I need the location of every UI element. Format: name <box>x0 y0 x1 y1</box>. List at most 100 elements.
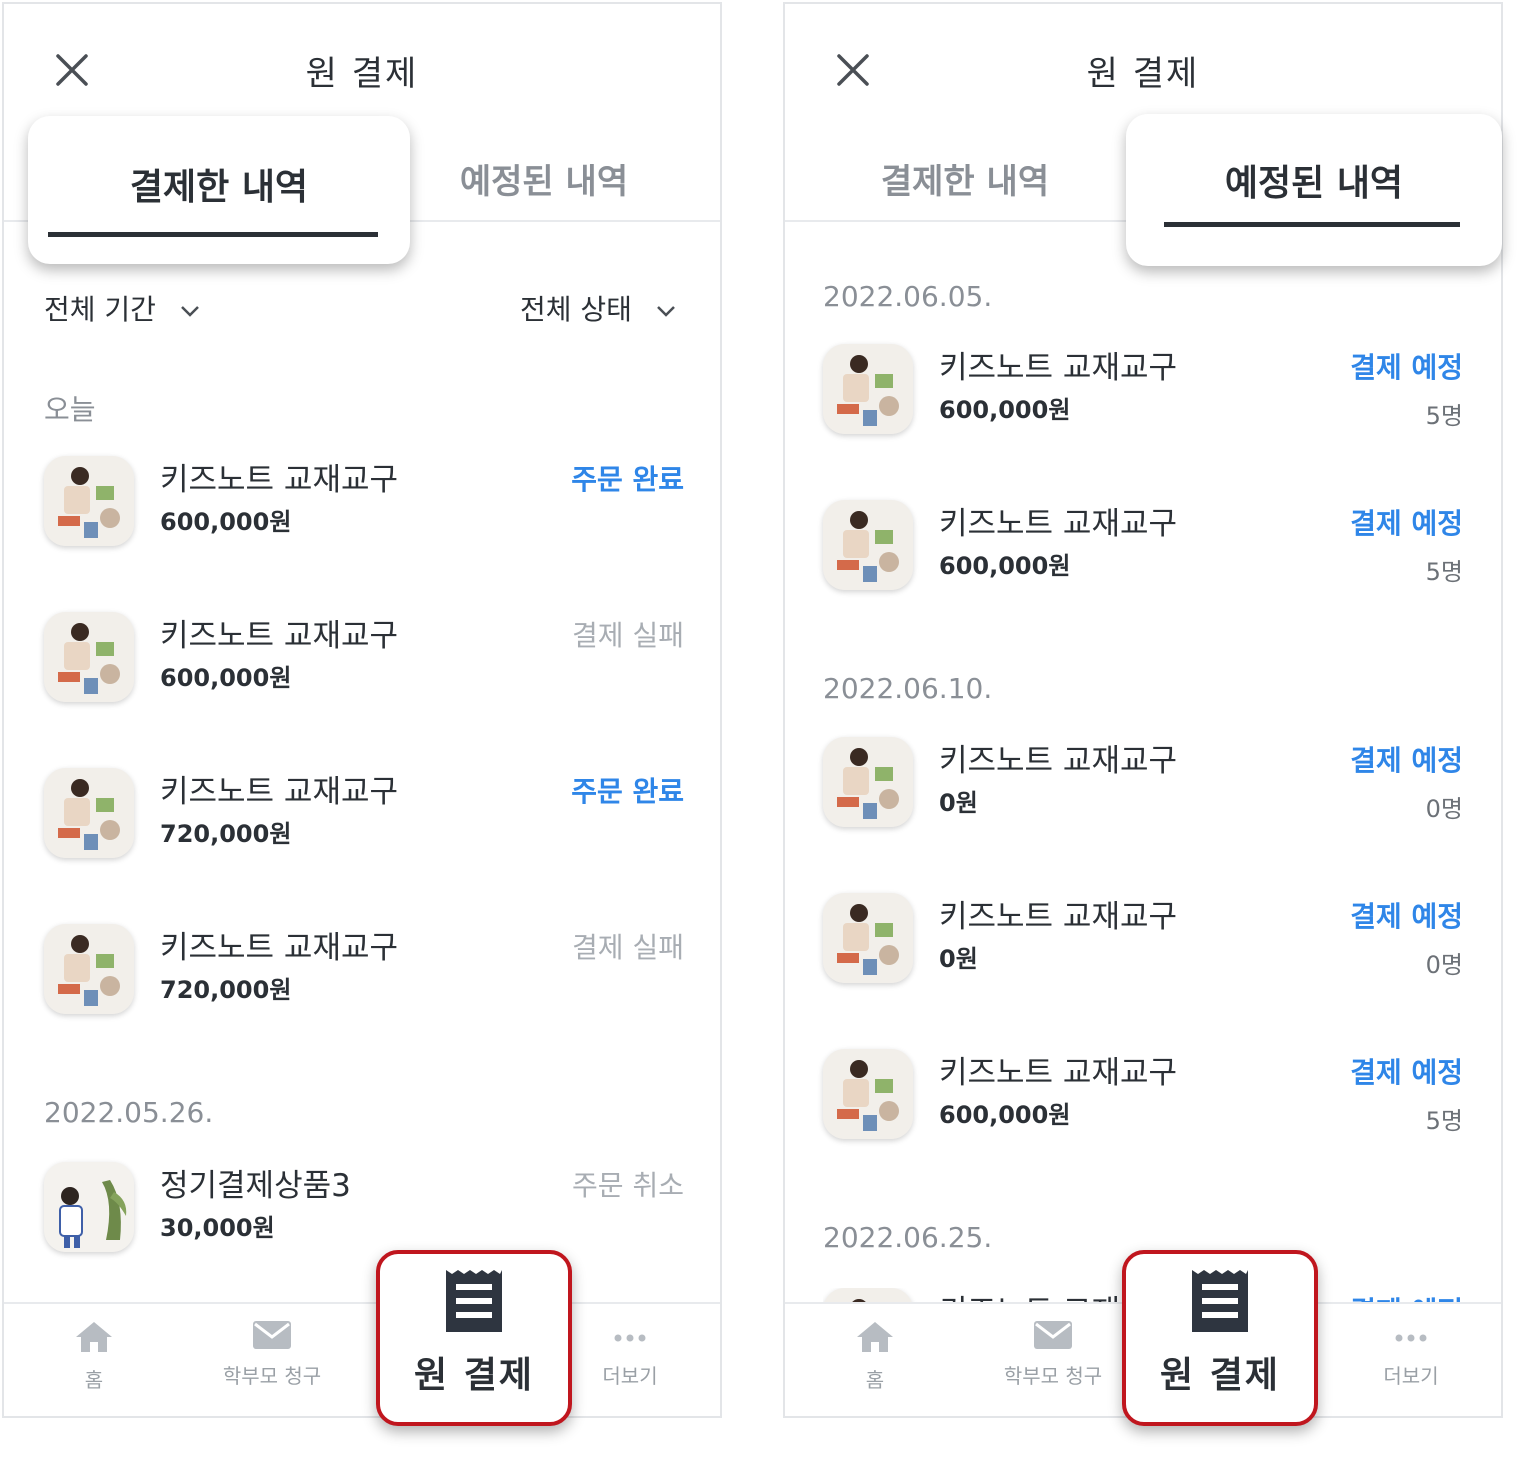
status-filter[interactable]: 전체 상태 <box>520 288 677 328</box>
product-thumbnail <box>44 612 134 702</box>
product-thumbnail <box>44 456 134 546</box>
product-thumbnail <box>823 893 913 983</box>
nav-home-label: 홈 <box>865 1368 885 1392</box>
chevron-down-icon <box>656 306 675 317</box>
member-count: 5명 <box>1425 558 1463 586</box>
group-date: 2022.05.26. <box>44 1096 214 1129</box>
more-dots-icon <box>614 1334 646 1342</box>
item-title: 키즈노트 교재교구 <box>160 618 399 654</box>
item-title: 정기결제상품3 <box>160 1168 351 1204</box>
status-badge: 주문 취소 <box>572 1169 684 1202</box>
list-item[interactable]: 키즈노트 교재교구 0원 결제 예정 0명 <box>823 893 1463 989</box>
group-date: 오늘 <box>44 393 96 426</box>
tab-scheduled[interactable]: 예정된 내역 <box>1126 114 1502 266</box>
product-thumbnail <box>44 924 134 1014</box>
status-badge: 결제 실패 <box>572 931 684 964</box>
member-count: 0명 <box>1425 795 1463 823</box>
tab-paid-label: 결제한 내역 <box>129 167 309 208</box>
product-thumbnail <box>44 768 134 858</box>
chevron-down-icon <box>180 306 199 317</box>
product-thumbnail <box>823 500 913 590</box>
item-price: 720,000원 <box>160 976 292 1004</box>
list-item[interactable]: 키즈노트 교재교구 600,000원 결제 실패 <box>44 612 684 708</box>
item-title: 키즈노트 교재교구 <box>160 930 399 966</box>
nav-more-label: 더보기 <box>1383 1364 1439 1388</box>
member-count: 0명 <box>1425 951 1463 979</box>
nav-more[interactable]: 더보기 <box>560 1320 700 1389</box>
nav-more[interactable]: 더보기 <box>1341 1320 1481 1389</box>
receipt-icon <box>1192 1270 1248 1332</box>
home-icon <box>857 1322 893 1352</box>
product-thumbnail <box>823 1049 913 1139</box>
bottom-nav: 홈 학부모 청구 더보기 <box>4 1302 720 1416</box>
item-title: 키즈노트 교재교구 <box>160 774 399 810</box>
nav-parent-bill-label: 학부모 청구 <box>1003 1364 1103 1388</box>
list-item[interactable]: 정기결제상품3 30,000원 주문 취소 <box>44 1162 684 1258</box>
list-item[interactable]: 키즈노트 교재교구 600,000원 결제 예정 5명 <box>823 500 1463 596</box>
status-badge: 결제 예정 <box>1350 900 1463 933</box>
item-price: 600,000원 <box>160 664 292 692</box>
item-price: 600,000원 <box>939 552 1071 580</box>
tab-scheduled[interactable]: 예정된 내역 <box>414 154 674 204</box>
status-filter-label: 전체 상태 <box>520 293 632 326</box>
item-price: 0원 <box>939 945 978 973</box>
status-badge: 결제 예정 <box>1350 351 1463 384</box>
tab-active-indicator <box>1164 222 1460 227</box>
list-item[interactable]: 키즈노트 교재교구 720,000원 결제 실패 <box>44 924 684 1020</box>
period-filter[interactable]: 전체 기간 <box>44 288 201 328</box>
more-dots-icon <box>1395 1334 1427 1342</box>
nav-home-label: 홈 <box>84 1368 104 1392</box>
nav-parent-bill-label: 학부모 청구 <box>222 1364 322 1388</box>
nav-payment-label: 원 결제 <box>414 1355 534 1396</box>
item-price: 30,000원 <box>160 1214 275 1242</box>
page-title: 원 결제 <box>1086 54 1200 94</box>
nav-payment[interactable]: 원 결제 <box>1122 1250 1318 1426</box>
item-title: 키즈노트 교재교구 <box>939 743 1178 779</box>
item-price: 600,000원 <box>939 396 1071 424</box>
group-date: 2022.06.25. <box>823 1221 993 1254</box>
page-title: 원 결제 <box>305 54 419 94</box>
nav-parent-bill[interactable]: 학부모 청구 <box>983 1320 1123 1389</box>
product-thumbnail <box>44 1162 134 1252</box>
item-price: 720,000원 <box>160 820 292 848</box>
tab-paid[interactable]: 결제한 내역 <box>28 116 410 264</box>
list-item[interactable]: 키즈노트 교재교구 600,000원 결제 예정 5명 <box>823 1049 1463 1145</box>
item-title: 키즈노트 교재교구 <box>939 350 1178 386</box>
item-price: 600,000원 <box>160 508 292 536</box>
item-title: 키즈노트 교재교구 <box>939 899 1178 935</box>
nav-payment[interactable]: 원 결제 <box>376 1250 572 1426</box>
nav-payment-label: 원 결제 <box>1160 1355 1280 1396</box>
group-date: 2022.06.05. <box>823 280 993 313</box>
status-badge: 결제 예정 <box>1350 507 1463 540</box>
status-badge: 주문 완료 <box>571 775 684 808</box>
period-filter-label: 전체 기간 <box>44 293 156 326</box>
mail-icon <box>1034 1321 1072 1349</box>
list-item[interactable]: 키즈노트 교재교구 0원 결제 예정 0명 <box>823 737 1463 833</box>
item-price: 600,000원 <box>939 1101 1071 1129</box>
receipt-icon <box>446 1270 502 1332</box>
nav-more-label: 더보기 <box>602 1364 658 1388</box>
status-badge: 주문 완료 <box>571 463 684 496</box>
item-title: 키즈노트 교재교구 <box>160 462 399 498</box>
mail-icon <box>253 1321 291 1349</box>
tab-paid[interactable]: 결제한 내역 <box>835 154 1095 204</box>
nav-home[interactable]: 홈 <box>805 1320 945 1393</box>
list-item[interactable]: 키즈노트 교재교구 720,000원 주문 완료 <box>44 768 684 864</box>
status-badge: 결제 예정 <box>1350 1056 1463 1089</box>
product-thumbnail <box>823 344 913 434</box>
status-badge: 결제 예정 <box>1350 744 1463 777</box>
item-title: 키즈노트 교재교구 <box>939 506 1178 542</box>
status-badge: 결제 실패 <box>572 619 684 652</box>
home-icon <box>76 1322 112 1352</box>
member-count: 5명 <box>1425 1107 1463 1135</box>
member-count: 5명 <box>1425 402 1463 430</box>
item-price: 0원 <box>939 789 978 817</box>
product-thumbnail <box>823 737 913 827</box>
tab-active-indicator <box>48 232 378 237</box>
group-date: 2022.06.10. <box>823 672 993 705</box>
nav-home[interactable]: 홈 <box>24 1320 164 1393</box>
list-item[interactable]: 키즈노트 교재교구 600,000원 결제 예정 5명 <box>823 344 1463 440</box>
list-item[interactable]: 키즈노트 교재교구 600,000원 주문 완료 <box>44 456 684 552</box>
tab-scheduled-label: 예정된 내역 <box>1224 163 1404 204</box>
nav-parent-bill[interactable]: 학부모 청구 <box>202 1320 342 1389</box>
